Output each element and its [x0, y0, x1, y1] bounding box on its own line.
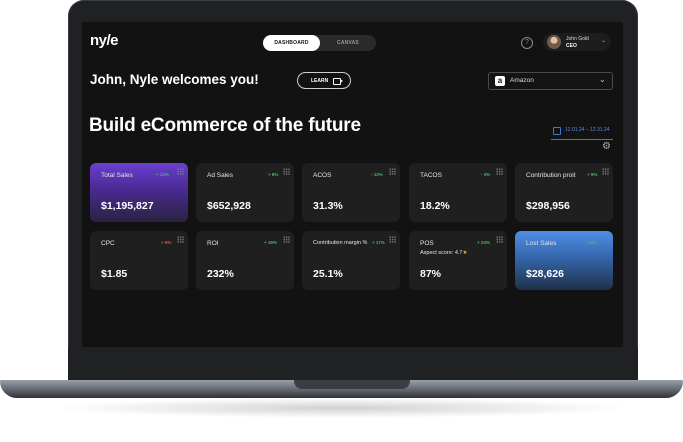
card-title: CPC	[101, 240, 115, 247]
card-change: - 12%	[371, 172, 383, 177]
card-change: - 3%	[481, 172, 491, 177]
card-value: 25.1%	[313, 268, 343, 280]
drag-handle-icon[interactable]	[389, 236, 396, 243]
card-title: TACOS	[420, 172, 442, 179]
drag-handle-icon[interactable]	[177, 168, 184, 175]
laptop-notch	[294, 380, 410, 389]
card-title: Lost Sales	[526, 240, 557, 247]
metric-card-contribution-profit[interactable]: Contribution proit + 9% $298,956	[515, 163, 613, 222]
drag-handle-icon[interactable]	[496, 236, 503, 243]
drag-handle-icon[interactable]	[602, 168, 609, 175]
card-change: + 9%	[587, 172, 598, 177]
tab-dashboard[interactable]: DASHBOARD	[263, 35, 320, 51]
learn-button-label: LEARN	[311, 78, 329, 84]
metric-card-pos[interactable]: POS + 24% Aspect score: 4.7★ 87%	[409, 231, 507, 290]
welcome-heading: John, Nyle welcomes you!	[90, 72, 259, 87]
card-change: + 5%	[161, 240, 172, 245]
aspect-score: Aspect score: 4.7★	[420, 250, 467, 256]
drag-handle-icon[interactable]	[389, 168, 396, 175]
card-title: Contribution margin %	[313, 240, 368, 246]
calendar-icon	[553, 127, 561, 135]
avatar	[547, 35, 561, 49]
card-value: 232%	[207, 268, 234, 280]
metric-card-roi[interactable]: ROI + 19% 232%	[196, 231, 294, 290]
card-change: + 8%	[268, 172, 279, 177]
drag-handle-icon[interactable]	[283, 236, 290, 243]
card-change: - 20%	[585, 240, 597, 245]
store-select[interactable]: a Amazon ⌄	[488, 72, 613, 90]
drag-handle-icon[interactable]	[496, 168, 503, 175]
card-change: + 12%	[156, 172, 169, 177]
drag-handle-icon[interactable]	[177, 236, 184, 243]
card-title: POS	[420, 240, 434, 247]
metric-card-total-sales[interactable]: Total Sales + 12% $1,195,827	[90, 163, 188, 222]
page-title: Build eCommerce of the future	[89, 115, 361, 136]
user-name: John Gold	[566, 36, 589, 42]
laptop-shadow	[50, 398, 633, 418]
card-change: + 24%	[477, 240, 490, 245]
card-change: + 19%	[264, 240, 277, 245]
card-value: $28,626	[526, 268, 564, 280]
card-value: $1.85	[101, 268, 128, 280]
metric-card-ad-sales[interactable]: Ad Sales + 8% $652,928	[196, 163, 294, 222]
drag-handle-icon[interactable]	[283, 168, 290, 175]
chevron-down-icon: ⌄	[599, 75, 606, 84]
card-title: ROI	[207, 240, 219, 247]
question-circle-icon[interactable]: ?	[521, 37, 533, 49]
view-switcher: DASHBOARD CANVAS	[263, 35, 376, 51]
laptop-bezel	[68, 347, 638, 384]
metric-card-tacos[interactable]: TACOS - 3% 18.2%	[409, 163, 507, 222]
chevron-down-icon: ⌄	[601, 38, 607, 44]
card-value: 18.2%	[420, 200, 450, 212]
nyle-logo[interactable]: ny/e	[90, 32, 119, 49]
gear-icon[interactable]: ⚙	[602, 142, 612, 152]
date-range-label: 12.01.24 – 12.31.24	[565, 127, 610, 133]
tab-canvas[interactable]: CANVAS	[320, 35, 376, 51]
card-value: $652,928	[207, 200, 251, 212]
metric-card-cpc[interactable]: CPC + 5% $1.85	[90, 231, 188, 290]
card-value: $1,195,827	[101, 200, 154, 212]
metric-card-acos[interactable]: ACOS - 12% 31.3%	[302, 163, 400, 222]
card-title: Ad Sales	[207, 172, 234, 179]
metric-card-lost-sales[interactable]: Lost Sales - 20% $28,626	[515, 231, 613, 290]
card-value: 87%	[420, 268, 442, 280]
card-title: ACOS	[313, 172, 332, 179]
metric-card-contribution-margin[interactable]: Contribution margin % + 17% 25.1%	[302, 231, 400, 290]
user-role: CEO	[566, 43, 577, 49]
card-title: Contribution proit	[526, 172, 576, 179]
aspect-score-label: Aspect score: 4.7	[420, 250, 463, 256]
user-menu[interactable]: John Gold CEO ⌄	[543, 33, 611, 51]
date-range-picker[interactable]: 12.01.24 – 12.31.24	[551, 125, 613, 140]
learn-button[interactable]: LEARN	[297, 72, 351, 89]
card-title: Total Sales	[101, 172, 133, 179]
card-change: + 17%	[372, 240, 385, 245]
card-value: $298,956	[526, 200, 570, 212]
star-icon: ★	[462, 250, 468, 256]
card-value: 31.3%	[313, 200, 343, 212]
amazon-icon: a	[495, 76, 505, 86]
dashboard-screen: ny/e DASHBOARD CANVAS ? John Gold CEO ⌄ …	[82, 22, 623, 347]
store-select-value: Amazon	[510, 77, 534, 84]
video-camera-icon	[333, 78, 343, 85]
